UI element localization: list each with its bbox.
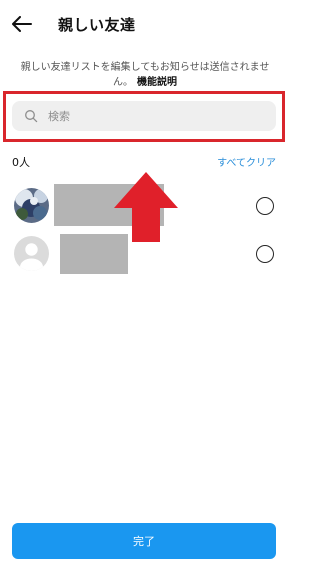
selected-count: 0人 xyxy=(12,156,30,169)
select-radio[interactable] xyxy=(256,197,274,215)
page-title: 親しい友達 xyxy=(58,16,136,34)
header: 親しい友達 xyxy=(0,0,288,50)
avatar xyxy=(14,188,49,223)
back-button[interactable] xyxy=(8,12,36,40)
annotation-up-arrow xyxy=(112,170,180,244)
clear-all-button[interactable]: すべてクリア xyxy=(217,154,276,169)
search-box[interactable] xyxy=(12,101,276,131)
search-input[interactable] xyxy=(48,109,248,123)
back-arrow-icon xyxy=(12,16,32,36)
default-avatar xyxy=(14,236,49,271)
search-icon xyxy=(24,109,38,123)
feature-explanation-link[interactable]: 機能説明 xyxy=(137,77,177,88)
done-button[interactable]: 完了 xyxy=(12,523,276,559)
select-radio[interactable] xyxy=(256,245,274,263)
description: 親しい友達リストを編集してもお知らせは送信されません。 機能説明 xyxy=(14,60,276,90)
